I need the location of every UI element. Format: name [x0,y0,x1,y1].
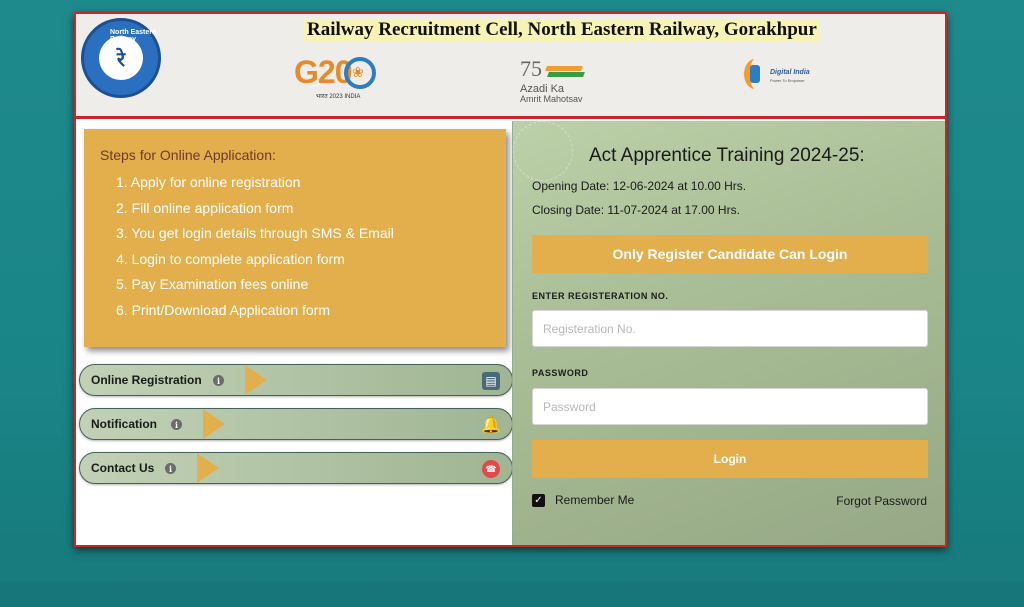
online-registration-button[interactable]: Online Registration i ▤ [79,364,513,396]
steps-title: Steps for Online Application: [100,147,276,163]
bell-icon: 🔔 [481,417,501,434]
closing-date: Closing Date: 11-07-2024 at 17.00 Hrs. [532,203,740,217]
digital-india-mark-inner-icon [750,65,760,83]
digital-india-text: Digital India [770,69,810,76]
login-title: Act Apprentice Training 2024-25: [589,145,865,166]
notification-label: Notification [91,417,157,431]
aka-line2: Amrit Mahotsav [520,94,583,104]
aka-flag-saffron-icon [545,66,583,71]
arrow-right-icon [197,453,219,483]
aka-flag-green-icon [547,72,585,77]
list-item: 6. Print/Download Application form [116,301,330,318]
page-bottom-band [0,583,1024,607]
remember-me-label: Remember Me [555,493,635,507]
digital-india-sub: Power To Empower [770,78,805,83]
steps-list: 1. Apply for online registration 2. Fill… [100,170,490,323]
password-field-label: PASSWORD [532,368,589,378]
login-notice-banner: Only Register Candidate Can Login [532,235,928,273]
list-item: 4. Login to complete application form [116,250,345,267]
arrow-right-icon [245,365,267,395]
remember-me[interactable]: ✓ Remember Me [532,493,634,507]
contact-us-button[interactable]: Contact Us i ☎ [79,452,513,484]
g20-lotus-icon: ❀ [352,64,364,80]
g20-text: G20 [294,54,352,90]
decorative-circle [513,121,573,181]
remember-me-checkbox[interactable]: ✓ [532,493,545,507]
registration-screen-icon: ▤ [482,372,500,390]
opening-date: Opening Date: 12-06-2024 at 10.00 Hrs. [532,179,747,193]
list-item: 1. Apply for online registration [116,174,301,190]
azadi-ka-amrit-mahotsav-logo: 75 Azadi Ka Amrit Mahotsav [516,56,606,106]
page-title: Railway Recruitment Cell, North Eastern … [304,19,820,41]
contact-us-label: Contact Us [91,461,155,475]
login-panel: Act Apprentice Training 2024-25: Opening… [512,121,945,545]
list-item: 3. You get login details through SMS & E… [116,225,394,241]
site-header: रे North Eastern Railway Railway Recruit… [76,14,945,119]
emblem-ring-text: North Eastern Railway [110,29,157,43]
main-frame: रे North Eastern Railway Railway Recruit… [74,12,947,547]
aka-number: 75 [520,56,542,81]
info-icon[interactable]: i [213,375,224,386]
g20-subtext: भारत 2023 INDIA [316,94,361,100]
info-icon[interactable]: i [171,419,182,430]
password-input[interactable] [532,388,928,425]
info-icon[interactable]: i [165,463,176,474]
arrow-right-icon [203,409,225,439]
registration-no-input[interactable] [532,310,928,347]
login-button[interactable]: Login [532,440,928,478]
registration-field-label: ENTER REGISTERATION NO. [532,291,669,301]
list-item: 2. Fill online application form [116,199,294,216]
contact-card-icon: ☎ [482,460,500,478]
digital-india-logo: Digital India Power To Empower [744,59,814,93]
steps-panel: Steps for Online Application: 1. Apply f… [84,129,506,347]
list-item: 5. Pay Examination fees online [116,276,309,292]
railway-emblem-icon: रे North Eastern Railway [81,18,161,98]
g20-logo: G20 ❀ भारत 2023 INDIA [294,54,384,102]
notification-button[interactable]: Notification i 🔔 [79,408,513,440]
forgot-password-link[interactable]: Forgot Password [836,494,927,508]
online-registration-label: Online Registration [91,373,202,387]
